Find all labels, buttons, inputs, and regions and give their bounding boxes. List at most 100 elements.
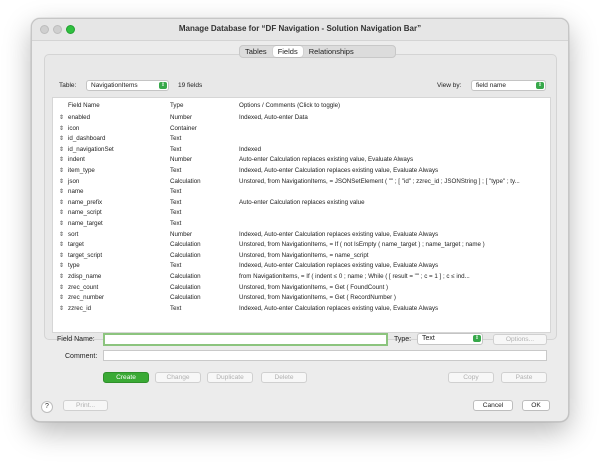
drag-handle-icon[interactable]: ⇕ (59, 156, 64, 163)
field-type-cell: Number (170, 156, 193, 164)
field-options-cell: Unstored, from NavigationItems, = name_s… (239, 251, 369, 259)
table-select[interactable]: NavigationItems ⇕ (86, 80, 169, 91)
field-type-cell: Text (170, 145, 182, 153)
print-button[interactable]: Print... (63, 400, 108, 411)
field-type-cell: Text (170, 220, 182, 227)
copy-button[interactable]: Copy (448, 372, 494, 383)
field-name-cell: zrec_count (68, 283, 99, 291)
field-options-cell: Unstored, from NavigationItems, = JSONSe… (239, 177, 520, 185)
field-name-cell: id_navigationSet (68, 145, 114, 153)
drag-handle-icon[interactable]: ⇕ (59, 252, 64, 259)
field-name-cell: zrec_number (68, 294, 105, 302)
drag-handle-icon[interactable]: ⇕ (59, 209, 64, 216)
field-name-cell: sort (68, 230, 79, 238)
field-type-cell: Calculation (170, 294, 201, 302)
drag-handle-icon[interactable]: ⇕ (59, 284, 64, 291)
field-type-cell: Calculation (170, 241, 201, 249)
drag-handle-icon[interactable]: ⇕ (59, 135, 64, 142)
field-options-cell: Auto-enter Calculation replaces existing… (239, 156, 414, 164)
table-row[interactable]: ⇕ item_type Text Indexed, Auto-enter Calcul… (53, 166, 550, 177)
drag-handle-icon[interactable]: ⇕ (59, 178, 64, 185)
duplicate-button[interactable]: Duplicate (207, 372, 253, 383)
field-type-cell: Number (170, 230, 193, 238)
drag-handle-icon[interactable]: ⇕ (59, 125, 64, 132)
field-name-cell: indent (68, 156, 85, 164)
fields-panel: Table: NavigationItems ⇕ 19 fields View … (44, 54, 557, 340)
field-name-label: Field Name: (57, 336, 95, 343)
field-options-cell: Auto-enter Calculation replaces existing… (239, 198, 365, 206)
type-select-value: Text (422, 335, 435, 342)
table-row[interactable]: ⇕ target_script Calculation Unstored, from … (53, 251, 550, 262)
field-type-cell: Text (170, 135, 182, 143)
column-header-field-name[interactable]: Field Name (68, 102, 100, 109)
field-type-cell: Calculation (170, 283, 201, 291)
ok-button[interactable]: OK (522, 400, 550, 411)
table-row[interactable]: ⇕ zzrec_id Text Indexed, Auto-enter Calcula… (53, 304, 550, 315)
drag-handle-icon[interactable]: ⇕ (59, 114, 64, 121)
create-button[interactable]: Create (103, 372, 149, 383)
options-button[interactable]: Options... (493, 334, 547, 345)
field-name-input[interactable] (103, 333, 388, 346)
field-options-cell: Indexed, Auto-enter Calculation replaces… (239, 167, 439, 174)
column-header-type[interactable]: Type (170, 102, 183, 109)
table-row[interactable]: ⇕ target Calculation Unstored, from Navigat… (53, 240, 550, 251)
tab-fields[interactable]: Fields (272, 46, 303, 57)
help-icon[interactable]: ? (41, 401, 53, 413)
field-options-cell: Indexed, Auto-enter Calculation replaces… (239, 304, 439, 312)
view-by-label: View by: (437, 82, 462, 89)
view-by-select[interactable]: field name ⇕ (471, 80, 546, 91)
table-row[interactable]: ⇕ zrec_count Calculation Unstored, from Nav… (53, 283, 550, 294)
delete-button[interactable]: Delete (261, 372, 307, 383)
type-select[interactable]: Text ⇕ (417, 333, 483, 345)
drag-handle-icon[interactable]: ⇕ (59, 199, 64, 206)
table-row[interactable]: ⇕ name_target Text (53, 219, 550, 230)
field-list[interactable]: Field Name Type Options / Comments (Clic… (52, 97, 551, 333)
table-row[interactable]: ⇕ type Text Indexed, Auto-enter Calculation… (53, 261, 550, 272)
drag-handle-icon[interactable]: ⇕ (59, 262, 64, 269)
select-arrows-icon: ⇕ (159, 82, 167, 89)
comment-input[interactable] (103, 350, 547, 361)
paste-button[interactable]: Paste (501, 372, 547, 383)
drag-handle-icon[interactable]: ⇕ (59, 305, 64, 312)
column-header-options[interactable]: Options / Comments (Click to toggle) (239, 102, 340, 109)
field-name-cell: name (68, 188, 84, 196)
table-row[interactable]: ⇕ id_navigationSet Text Indexed (53, 145, 550, 156)
tab-relationships[interactable]: Relationships (304, 46, 359, 57)
field-name-cell: target_script (68, 251, 103, 259)
field-name-cell: icon (68, 124, 80, 132)
drag-handle-icon[interactable]: ⇕ (59, 146, 64, 153)
table-row[interactable]: ⇕ icon Container (53, 124, 550, 135)
field-options-cell: Indexed, Auto-enter Calculation replaces… (239, 230, 439, 238)
drag-handle-icon[interactable]: ⇕ (59, 167, 64, 174)
view-by-value: field name (476, 82, 506, 89)
field-options-cell: Indexed, Auto-enter Data (239, 114, 308, 121)
field-name-cell: target (68, 241, 84, 249)
table-row[interactable]: ⇕ indent Number Auto-enter Calculation repl… (53, 155, 550, 166)
table-row[interactable]: ⇕ json Calculation Unstored, from Navigatio… (53, 177, 550, 188)
field-options-cell: from NavigationItems, = If ( indent ≤ 0 … (239, 273, 470, 280)
field-type-cell: Text (170, 167, 182, 174)
drag-handle-icon[interactable]: ⇕ (59, 273, 64, 280)
title-bar: Manage Database for “DF Navigation - Sol… (32, 19, 568, 41)
table-row[interactable]: ⇕ enabled Number Indexed, Auto-enter Data (53, 113, 550, 124)
drag-handle-icon[interactable]: ⇕ (59, 220, 64, 227)
drag-handle-icon[interactable]: ⇕ (59, 188, 64, 195)
table-row[interactable]: ⇕ sort Number Indexed, Auto-enter Calculati… (53, 230, 550, 241)
change-button[interactable]: Change (155, 372, 201, 383)
table-row[interactable]: ⇕ name_script Text (53, 208, 550, 219)
drag-handle-icon[interactable]: ⇕ (59, 231, 64, 238)
drag-handle-icon[interactable]: ⇕ (59, 241, 64, 248)
cancel-button[interactable]: Cancel (473, 400, 513, 411)
field-options-cell: Indexed (239, 145, 262, 153)
table-row[interactable]: ⇕ zrec_number Calculation Unstored, from Na… (53, 293, 550, 304)
field-name-cell: name_target (68, 220, 103, 227)
table-row[interactable]: ⇕ zdisp_name Calculation from NavigationIte… (53, 272, 550, 283)
table-row[interactable]: ⇕ id_dashboard Text (53, 134, 550, 145)
field-count: 19 fields (178, 82, 203, 89)
field-type-cell: Text (170, 262, 182, 270)
table-row[interactable]: ⇕ name_prefix Text Auto-enter Calculation r… (53, 198, 550, 209)
drag-handle-icon[interactable]: ⇕ (59, 294, 64, 301)
tab-tables[interactable]: Tables (240, 46, 272, 57)
table-row[interactable]: ⇕ name Text (53, 187, 550, 198)
field-name-cell: id_dashboard (68, 135, 106, 143)
